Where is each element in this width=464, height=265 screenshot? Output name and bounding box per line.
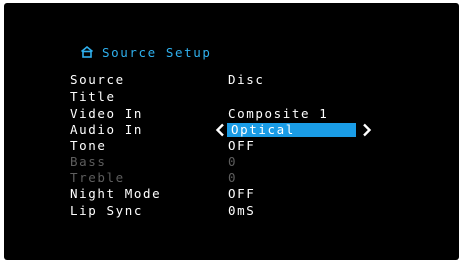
home-icon [80, 46, 94, 58]
menu-row-tone[interactable]: Tone OFF [70, 138, 390, 154]
menu-row-audio-in[interactable]: Audio In Optical [70, 122, 390, 138]
menu-row-bass: Bass 0 [70, 154, 390, 170]
chevron-left-icon[interactable] [215, 123, 225, 137]
menu-header: Source Setup [80, 44, 212, 60]
menu-label: Video In [70, 106, 144, 121]
menu-value: OFF [228, 186, 256, 201]
menu-row-title[interactable]: Title [70, 89, 390, 105]
menu-row-video-in[interactable]: Video In Composite 1 [70, 106, 390, 122]
menu-title: Source Setup [102, 44, 212, 60]
menu-row-night-mode[interactable]: Night Mode OFF [70, 186, 390, 202]
menu-value: Composite 1 [228, 106, 329, 121]
osd-screen: Source Setup Source Disc Title Video In … [4, 3, 459, 260]
menu-label: Lip Sync [70, 203, 144, 218]
menu-row-lip-sync[interactable]: Lip Sync 0mS [70, 203, 390, 219]
menu-row-source[interactable]: Source Disc [70, 72, 390, 88]
selected-value[interactable]: Optical [231, 122, 295, 138]
menu-value: 0mS [228, 203, 256, 218]
menu-value: Disc [228, 72, 265, 87]
menu-value: 0 [228, 154, 238, 169]
menu-label: Audio In [70, 122, 144, 137]
menu-label: Tone [70, 138, 107, 153]
menu-label: Bass [70, 154, 107, 169]
menu-value: 0 [228, 170, 238, 185]
menu-label: Source [70, 72, 125, 87]
chevron-right-icon[interactable] [362, 123, 372, 137]
menu-label: Treble [70, 170, 125, 185]
menu-label: Night Mode [70, 186, 162, 201]
menu-value: OFF [228, 138, 256, 153]
menu-row-treble: Treble 0 [70, 170, 390, 186]
menu-label: Title [70, 89, 116, 104]
